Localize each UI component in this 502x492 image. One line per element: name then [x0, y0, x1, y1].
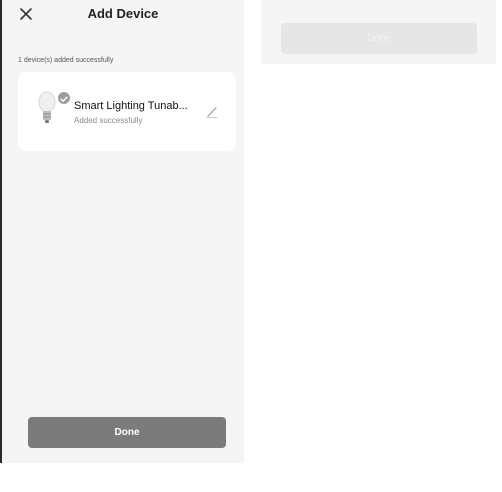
- check-badge-icon: [58, 92, 70, 104]
- device-name: Smart Lighting Tunab...: [74, 100, 188, 112]
- light-bulb-icon: [37, 90, 57, 126]
- edit-icon[interactable]: [205, 105, 219, 119]
- add-device-panel: Add Device 1 device(s) added successfull…: [2, 0, 244, 463]
- right-panel: Done: [261, 0, 496, 64]
- done-button-disabled[interactable]: Done: [281, 23, 477, 54]
- device-status: Added successfully: [74, 116, 143, 125]
- done-button[interactable]: Done: [28, 417, 226, 448]
- status-text: 1 device(s) added successfully: [18, 57, 114, 64]
- page-title: Add Device: [87, 6, 159, 21]
- device-card[interactable]: Smart Lighting Tunab... Added successful…: [18, 72, 236, 151]
